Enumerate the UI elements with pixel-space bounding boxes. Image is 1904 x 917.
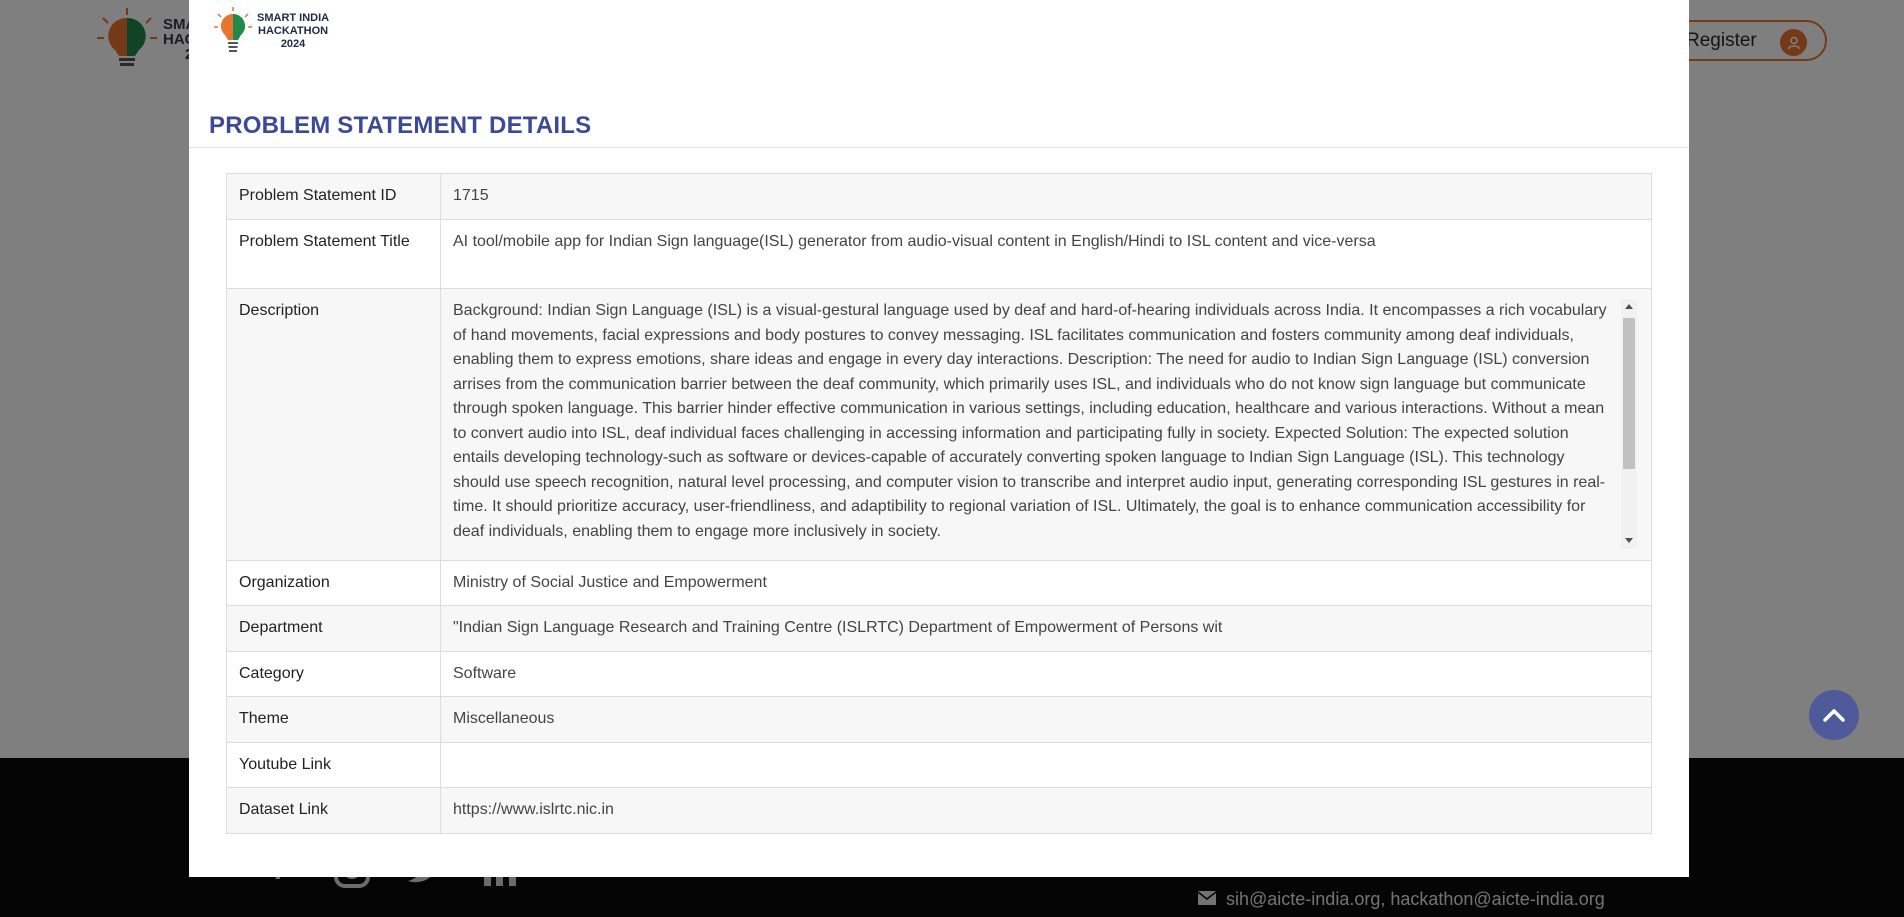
row-value: AI tool/mobile app for Indian Sign langu…	[440, 219, 1652, 289]
row-label: Category	[226, 651, 441, 697]
modal-title: PROBLEM STATEMENT DETAILS	[209, 112, 592, 139]
row-label: Organization	[226, 560, 441, 606]
problem-statement-modal: SMART INDIA HACKATHON 2024 PROBLEM STATE…	[189, 0, 1689, 877]
scroll-down-arrow-icon[interactable]	[1625, 538, 1633, 543]
scroll-up-arrow-icon[interactable]	[1625, 304, 1633, 309]
youtube-link[interactable]	[440, 742, 1652, 788]
row-label: Problem Statement ID	[226, 173, 441, 220]
row-value: Background: Indian Sign Language (ISL) i…	[440, 288, 1652, 561]
bulb-logo-icon	[214, 7, 252, 52]
scroll-to-top-button[interactable]	[1809, 690, 1859, 740]
modal-logo: SMART INDIA HACKATHON 2024	[213, 6, 329, 56]
table-row: Category Software	[226, 651, 1652, 697]
chevron-up-icon	[1823, 709, 1845, 722]
row-label: Description	[226, 288, 441, 561]
row-label: Youtube Link	[226, 742, 441, 788]
row-value: Software	[440, 651, 1652, 697]
row-value: Miscellaneous	[440, 696, 1652, 743]
description-scrollbar[interactable]	[1621, 299, 1637, 549]
details-table: Problem Statement ID 1715 Problem Statem…	[226, 173, 1652, 834]
table-row: Problem Statement Title AI tool/mobile a…	[226, 219, 1652, 289]
description-text: Background: Indian Sign Language (ISL) i…	[453, 302, 1607, 540]
modal-logo-line3: 2024	[280, 37, 306, 50]
modal-logo-line1: SMART INDIA	[257, 11, 330, 24]
row-label: Theme	[226, 696, 441, 743]
table-row: Department "Indian Sign Language Researc…	[226, 605, 1652, 652]
table-row: Description Background: Indian Sign Lang…	[226, 288, 1652, 561]
table-row: Problem Statement ID 1715	[226, 173, 1652, 220]
row-value: Ministry of Social Justice and Empowerme…	[440, 560, 1652, 606]
row-label: Department	[226, 605, 441, 652]
row-value: 1715	[440, 173, 1652, 220]
row-label: Problem Statement Title	[226, 219, 441, 289]
modal-divider	[189, 147, 1689, 148]
dataset-link[interactable]: https://www.islrtc.nic.in	[440, 787, 1652, 834]
row-label: Dataset Link	[226, 787, 441, 834]
modal-logo-line2: HACKATHON	[258, 24, 329, 37]
scrollbar-thumb[interactable]	[1623, 318, 1635, 469]
description-scroll-area[interactable]: Background: Indian Sign Language (ISL) i…	[453, 299, 1639, 549]
table-row: Organization Ministry of Social Justice …	[226, 560, 1652, 606]
table-row: Dataset Link https://www.islrtc.nic.in	[226, 787, 1652, 834]
row-value: "Indian Sign Language Research and Train…	[440, 605, 1652, 652]
table-row: Youtube Link	[226, 742, 1652, 788]
table-row: Theme Miscellaneous	[226, 696, 1652, 743]
